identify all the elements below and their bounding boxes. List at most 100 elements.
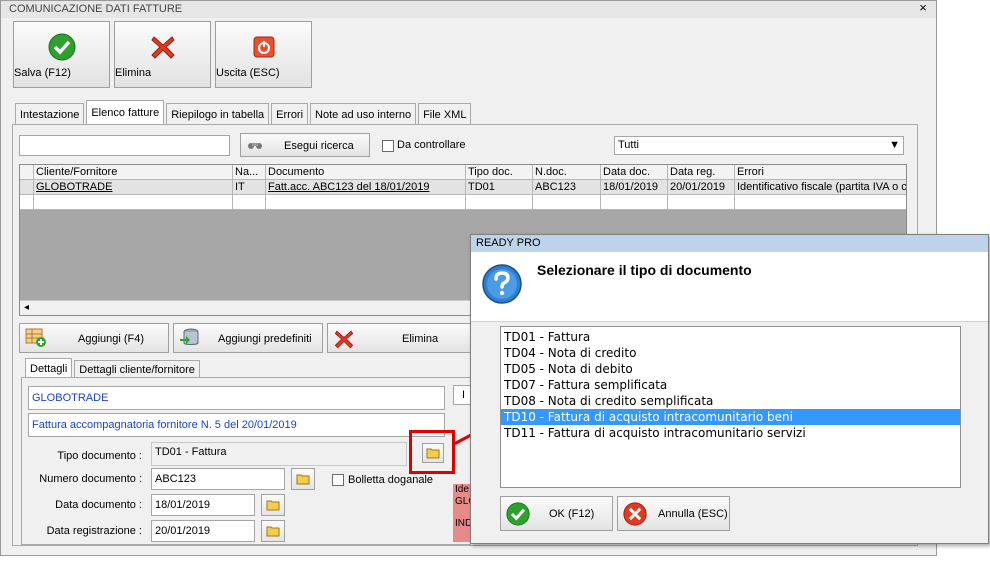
tab-note[interactable]: Note ad uso interno [310, 103, 417, 125]
table-row[interactable]: GLOBOTRADE IT Fatt.acc. ABC123 del 18/01… [20, 180, 906, 195]
add-button[interactable]: Aggiungi (F4) [19, 323, 169, 353]
table-cell[interactable] [735, 195, 906, 210]
delete-row-button[interactable]: Elimina [327, 323, 471, 353]
exit-button-label: Uscita (ESC) [216, 67, 280, 79]
save-button[interactable]: Salva (F12) [13, 21, 110, 88]
da-controllare-label: Da controllare [397, 139, 466, 151]
search-input[interactable] [19, 135, 230, 156]
save-button-label: Salva (F12) [14, 67, 71, 79]
column-header[interactable]: Na... [233, 165, 266, 180]
table-cell[interactable]: TD01 [466, 180, 533, 195]
check-icon [48, 33, 75, 61]
binoculars-icon [248, 143, 262, 149]
column-header[interactable]: Cliente/Fornitore [34, 165, 233, 180]
check-icon [506, 502, 530, 526]
table-cell[interactable]: 20/01/2019 [668, 180, 735, 195]
cancel-icon [623, 502, 647, 526]
table-cell[interactable] [601, 195, 668, 210]
close-icon[interactable]: × [915, 1, 931, 16]
list-item[interactable]: TD07 - Fattura semplificata [501, 377, 960, 393]
da-controllare-checkbox[interactable] [382, 140, 394, 152]
column-header[interactable]: Data doc. [601, 165, 668, 180]
table-cell[interactable] [668, 195, 735, 210]
highlight-box [409, 430, 455, 474]
power-icon [253, 36, 274, 58]
folder-icon [296, 474, 310, 485]
table-cell[interactable] [34, 195, 233, 210]
data-documento-field[interactable]: 18/01/2019 [151, 494, 255, 516]
main-tabs: Intestazione Elenco fatture Riepilogo in… [15, 100, 473, 125]
tab-elenco-fatture[interactable]: Elenco fatture [86, 100, 165, 125]
detail-tabs: Dettagli Dettagli cliente/fornitore [25, 358, 202, 378]
numero-documento-field[interactable]: ABC123 [151, 468, 285, 490]
description-field[interactable]: Fattura accompagnatoria fornitore N. 5 d… [28, 413, 445, 437]
folder-icon [266, 526, 280, 537]
data-registrazione-field[interactable]: 20/01/2019 [151, 520, 255, 542]
table-cell[interactable]: Fatt.acc. ABC123 del 18/01/2019 [266, 180, 466, 195]
table-cell[interactable] [233, 195, 266, 210]
scroll-left-icon[interactable]: ◂ [24, 302, 29, 313]
delete-row-label: Elimina [402, 333, 439, 345]
delete-button[interactable]: Elimina [114, 21, 211, 88]
bolletta-doganale-label: Bolletta doganale [348, 474, 434, 486]
tab-errori[interactable]: Errori [271, 103, 309, 125]
table-cell[interactable]: Identificativo fiscale (partita IVA o c [735, 180, 906, 195]
table-cell[interactable] [533, 195, 601, 210]
chevron-down-icon: ▼ [889, 139, 900, 151]
window-title: COMUNICAZIONE DATI FATTURE × [1, 1, 936, 18]
list-item-selected[interactable]: TD10 - Fattura di acquisto intracomunita… [501, 409, 960, 425]
filter-value: Tutti [618, 139, 639, 151]
data-documento-folder-button[interactable] [261, 494, 285, 516]
cancel-button[interactable]: Annulla (ESC) [617, 496, 730, 531]
list-item[interactable]: TD11 - Fattura di acquisto intracomunita… [501, 425, 960, 441]
row-indicator-header [20, 165, 34, 180]
ok-button[interactable]: OK (F12) [500, 496, 613, 531]
column-header[interactable]: Errori [735, 165, 906, 180]
list-item[interactable]: TD05 - Nota di debito [501, 361, 960, 377]
data-registrazione-label: Data registrazione : [46, 525, 142, 537]
grid-header: Cliente/Fornitore Na... Documento Tipo d… [20, 165, 906, 180]
tab-dettagli[interactable]: Dettagli [25, 358, 73, 378]
data-registrazione-folder-button[interactable] [261, 520, 285, 542]
tab-riepilogo[interactable]: Riepilogo in tabella [166, 103, 270, 125]
numero-documento-folder-button[interactable] [291, 468, 315, 490]
tab-file-xml[interactable]: File XML [418, 103, 472, 125]
list-item[interactable]: TD01 - Fattura [501, 329, 960, 345]
question-icon [482, 264, 522, 304]
database-add-icon [180, 328, 199, 345]
exit-button[interactable]: Uscita (ESC) [215, 21, 312, 88]
row-indicator [20, 195, 34, 210]
column-header[interactable]: Data reg. [668, 165, 735, 180]
column-header[interactable]: N.doc. [533, 165, 601, 180]
tab-intestazione[interactable]: Intestazione [15, 103, 85, 125]
search-button-label: Esegui ricerca [284, 140, 354, 152]
dialog-title: READY PRO [471, 235, 988, 252]
add-predefined-button[interactable]: Aggiungi predefiniti [173, 323, 323, 353]
tab-dettagli-cliente[interactable]: Dettagli cliente/fornitore [74, 360, 200, 378]
table-cell[interactable] [466, 195, 533, 210]
list-item[interactable]: TD08 - Nota di credito semplificata [501, 393, 960, 409]
table-cell[interactable]: ABC123 [533, 180, 601, 195]
filter-select[interactable]: Tutti ▼ [614, 136, 904, 155]
column-header[interactable]: Tipo doc. [466, 165, 533, 180]
dialog-question: Selezionare il tipo di documento [537, 262, 752, 278]
list-item[interactable]: TD04 - Nota di credito [501, 345, 960, 361]
cancel-button-label: Annulla (ESC) [658, 508, 728, 520]
delete-x-icon [150, 36, 175, 59]
partner-field[interactable]: GLOBOTRADE [28, 386, 445, 410]
add-grid-icon [25, 328, 46, 347]
window-title-text: COMUNICAZIONE DATI FATTURE [9, 3, 183, 15]
table-cell[interactable] [266, 195, 466, 210]
document-type-dialog: READY PRO Selezionare il tipo di documen… [470, 234, 989, 544]
table-cell[interactable]: GLOBOTRADE [34, 180, 233, 195]
document-type-list[interactable]: TD01 - Fattura TD04 - Nota di credito TD… [500, 326, 961, 488]
bolletta-doganale-checkbox[interactable] [332, 474, 344, 486]
search-button[interactable]: Esegui ricerca [240, 133, 370, 157]
delete-button-label: Elimina [115, 67, 152, 79]
column-header[interactable]: Documento [266, 165, 466, 180]
table-row-empty[interactable] [20, 195, 906, 210]
table-cell[interactable]: IT [233, 180, 266, 195]
tipo-documento-label: Tipo documento : [57, 450, 142, 462]
table-cell[interactable]: 18/01/2019 [601, 180, 668, 195]
tipo-documento-field[interactable]: TD01 - Fattura [151, 442, 407, 466]
